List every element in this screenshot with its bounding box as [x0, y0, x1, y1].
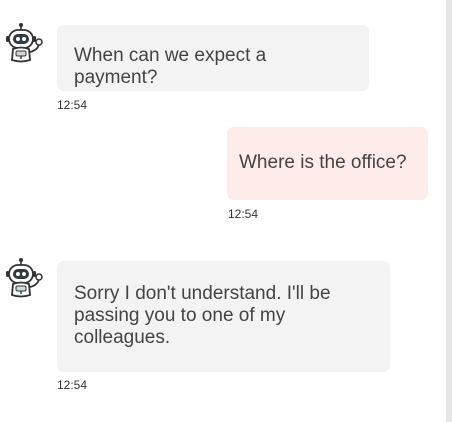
user-message-bubble: Where is the office?	[227, 127, 428, 200]
scrollbar[interactable]	[446, 0, 452, 422]
chat-window: When can we expect a payment? 12:54 Wher…	[0, 0, 452, 422]
bot-message-bubble: When can we expect a payment?	[57, 25, 369, 91]
bot-message-bubble: Sorry I don't understand. I'll be passin…	[57, 261, 390, 372]
bot-avatar-icon	[4, 22, 44, 64]
message-timestamp: 12:54	[228, 207, 259, 221]
bot-avatar-icon	[4, 257, 44, 299]
message-text: Where is the office?	[239, 152, 407, 173]
message-timestamp: 12:54	[57, 378, 88, 392]
message-text: Sorry I don't understand. I'll be passin…	[74, 283, 331, 348]
message-text: When can we expect a payment?	[74, 45, 267, 88]
message-timestamp: 12:54	[57, 98, 88, 112]
